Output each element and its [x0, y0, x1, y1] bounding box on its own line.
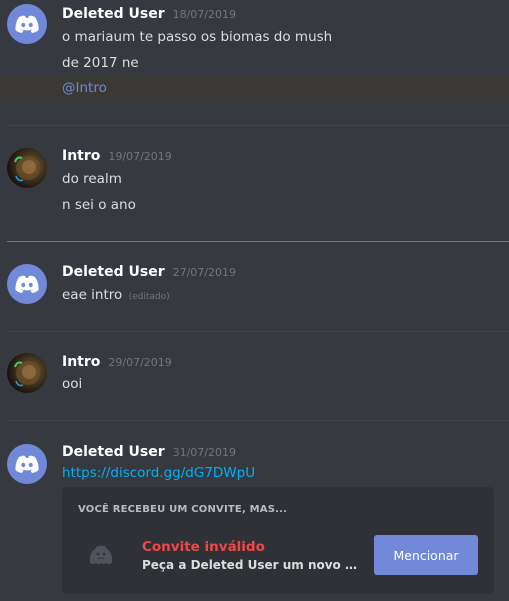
- message-text-content: eae intro: [62, 287, 123, 303]
- new-messages-divider: [7, 241, 509, 242]
- avatar[interactable]: [7, 264, 47, 304]
- invite-status-title: Convite inválido: [142, 539, 265, 555]
- avatar[interactable]: [7, 148, 47, 188]
- timestamp: 29/07/2019: [108, 356, 172, 369]
- username-text[interactable]: Intro: [62, 148, 100, 164]
- sad-blob-icon: [89, 545, 113, 564]
- message-divider: [7, 420, 509, 421]
- username-text[interactable]: Deleted User: [62, 264, 165, 280]
- message-text: de 2017 ne: [62, 55, 139, 71]
- discord-logo-icon: [15, 455, 39, 473]
- invite-link[interactable]: https://discord.gg/dG7DWpU: [62, 465, 255, 481]
- avatar[interactable]: [7, 4, 47, 44]
- discord-logo-icon: [15, 15, 39, 33]
- invite-card: VOCÊ RECEBEU UM CONVITE, MAS... Convite …: [62, 487, 494, 594]
- invite-header: VOCÊ RECEBEU UM CONVITE, MAS...: [78, 504, 288, 515]
- avatar[interactable]: [7, 353, 47, 393]
- intro-avatar-icon: [14, 361, 40, 387]
- message-text: do realm: [62, 171, 122, 187]
- timestamp: 27/07/2019: [172, 266, 236, 279]
- avatar[interactable]: [7, 444, 47, 484]
- username[interactable]: Deleted User 27/07/2019: [62, 264, 236, 280]
- intro-avatar-icon: [14, 156, 40, 182]
- message-text: eae intro (editado): [62, 287, 170, 303]
- timestamp: 31/07/2019: [172, 446, 236, 459]
- username[interactable]: Deleted User 31/07/2019: [62, 444, 236, 460]
- message-divider: [7, 125, 509, 126]
- message-text: ooi: [62, 376, 83, 392]
- username[interactable]: Intro 29/07/2019: [62, 354, 172, 370]
- username-text[interactable]: Deleted User: [62, 444, 165, 460]
- mention-button[interactable]: Mencionar: [374, 535, 478, 575]
- discord-logo-icon: [15, 275, 39, 293]
- timestamp: 19/07/2019: [108, 150, 172, 163]
- user-mention[interactable]: @Intro: [62, 80, 107, 96]
- invite-status-subtitle: Peça a Deleted User um novo convite!: [142, 558, 362, 572]
- message-divider: [7, 331, 509, 332]
- edited-tag: (editado): [128, 292, 170, 302]
- username-text[interactable]: Deleted User: [62, 6, 165, 22]
- message-text: o mariaum te passo os biomas do mush: [62, 29, 333, 45]
- timestamp: 18/07/2019: [172, 8, 236, 21]
- username-text[interactable]: Intro: [62, 354, 100, 370]
- username[interactable]: Intro 19/07/2019: [62, 148, 172, 164]
- message-text: n sei o ano: [62, 197, 136, 213]
- username[interactable]: Deleted User 18/07/2019: [62, 6, 236, 22]
